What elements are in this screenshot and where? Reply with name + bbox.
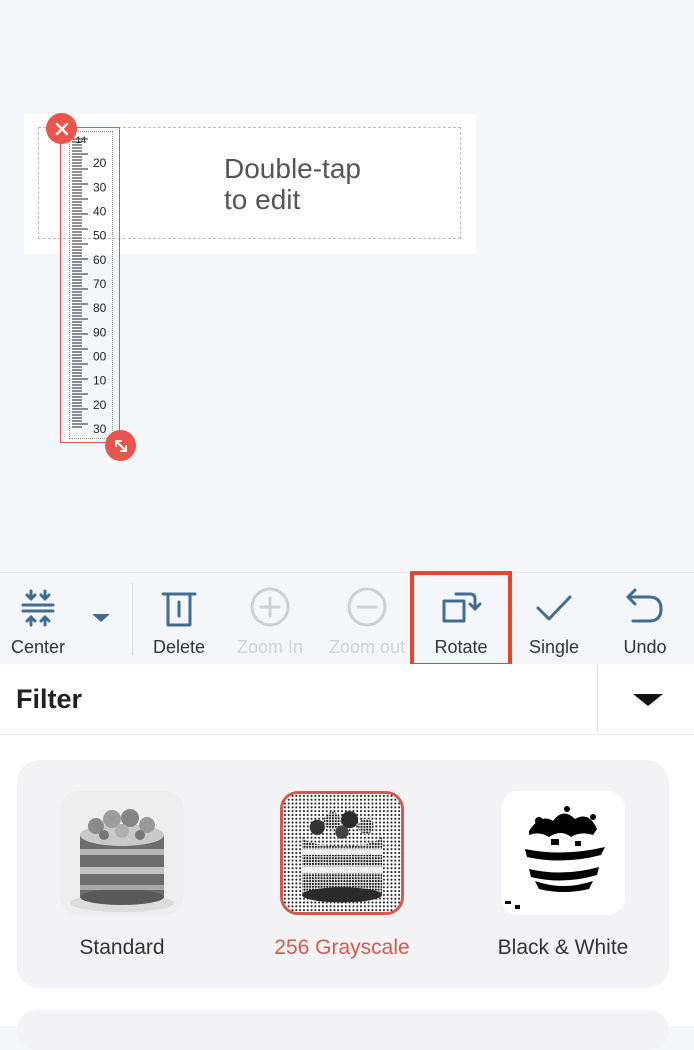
ruler-label: 90 [93, 325, 107, 339]
undo-icon [626, 588, 663, 623]
ruler-label: 00 [93, 350, 107, 364]
close-icon [55, 122, 68, 135]
rotate-icon [442, 592, 482, 623]
filter-option-black-white[interactable]: Black & White [463, 760, 663, 988]
zoom-out-button[interactable]: Zoom out [320, 573, 414, 665]
filter-option-256-grayscale[interactable]: 256 Grayscale [242, 760, 442, 988]
filter-thumbnail-256-grayscale [280, 791, 404, 915]
cake-image-black-white [501, 791, 625, 915]
filter-header: Filter [0, 664, 694, 735]
ruler-label: 20 [93, 156, 107, 170]
single-button[interactable]: Single [518, 573, 590, 665]
filter-option-standard[interactable]: Standard [22, 760, 222, 988]
ruler-marks: 14 20 30 40 50 60 70 80 90 00 10 20 30 [72, 135, 107, 436]
caret-down-icon [633, 694, 663, 706]
cake-image-dithered [283, 794, 401, 912]
filter-thumbnail-black-white [501, 791, 625, 915]
ruler-label: 20 [93, 398, 107, 412]
undo-button[interactable]: Undo [604, 573, 686, 665]
check-icon [536, 595, 572, 621]
trash-icon [161, 592, 197, 627]
zoom-in-button[interactable]: Zoom In [226, 573, 314, 665]
filter-label-black-white: Black & White [497, 936, 629, 959]
toolbar-divider [132, 583, 133, 655]
ruler-label: 40 [93, 205, 107, 219]
ruler-label: 50 [93, 229, 107, 243]
edit-toolbar: Center Delete Zoom In Zoom out Rotate Si… [0, 572, 694, 665]
ruler-label: 10 [93, 374, 107, 388]
ruler-label: 14 [76, 135, 86, 145]
zoom-in-icon [250, 587, 290, 627]
filter-title: Filter [16, 684, 83, 714]
filter-thumbnail-standard [60, 791, 184, 915]
ruler-label: 30 [93, 180, 107, 194]
delete-button[interactable]: Delete [138, 573, 220, 665]
ruler-label: 80 [93, 301, 107, 315]
align-center-icon [21, 589, 55, 627]
caret-down-icon[interactable] [88, 605, 114, 631]
filter-next-card [17, 1010, 669, 1050]
center-button-label: Center [10, 637, 66, 657]
rotate-button-label: Rotate [434, 637, 488, 657]
zoom-out-icon [347, 587, 387, 627]
filter-collapse-button[interactable] [598, 664, 694, 734]
cake-image [60, 791, 184, 915]
zoom-out-button-label: Zoom out [328, 637, 406, 657]
ruler-label: 30 [93, 422, 107, 436]
undo-button-label: Undo [623, 637, 667, 657]
resize-element-handle[interactable] [105, 430, 136, 461]
delete-button-label: Delete [152, 637, 206, 657]
editor-canvas[interactable]: Double-tap to edit 14 20 30 40 50 60 70 80 90 00 1… [0, 0, 694, 572]
resize-diagonal-icon [114, 439, 127, 452]
filter-options-card: Standard 256 Grayscale Black & White [17, 760, 669, 988]
zoom-in-button-label: Zoom In [236, 637, 304, 657]
center-button[interactable]: Center [0, 573, 76, 665]
rotate-button[interactable]: Rotate [410, 573, 512, 665]
single-button-label: Single [528, 637, 580, 657]
ruler-label: 60 [93, 253, 107, 267]
ruler-label: 70 [93, 277, 107, 291]
delete-element-handle[interactable] [46, 113, 77, 144]
